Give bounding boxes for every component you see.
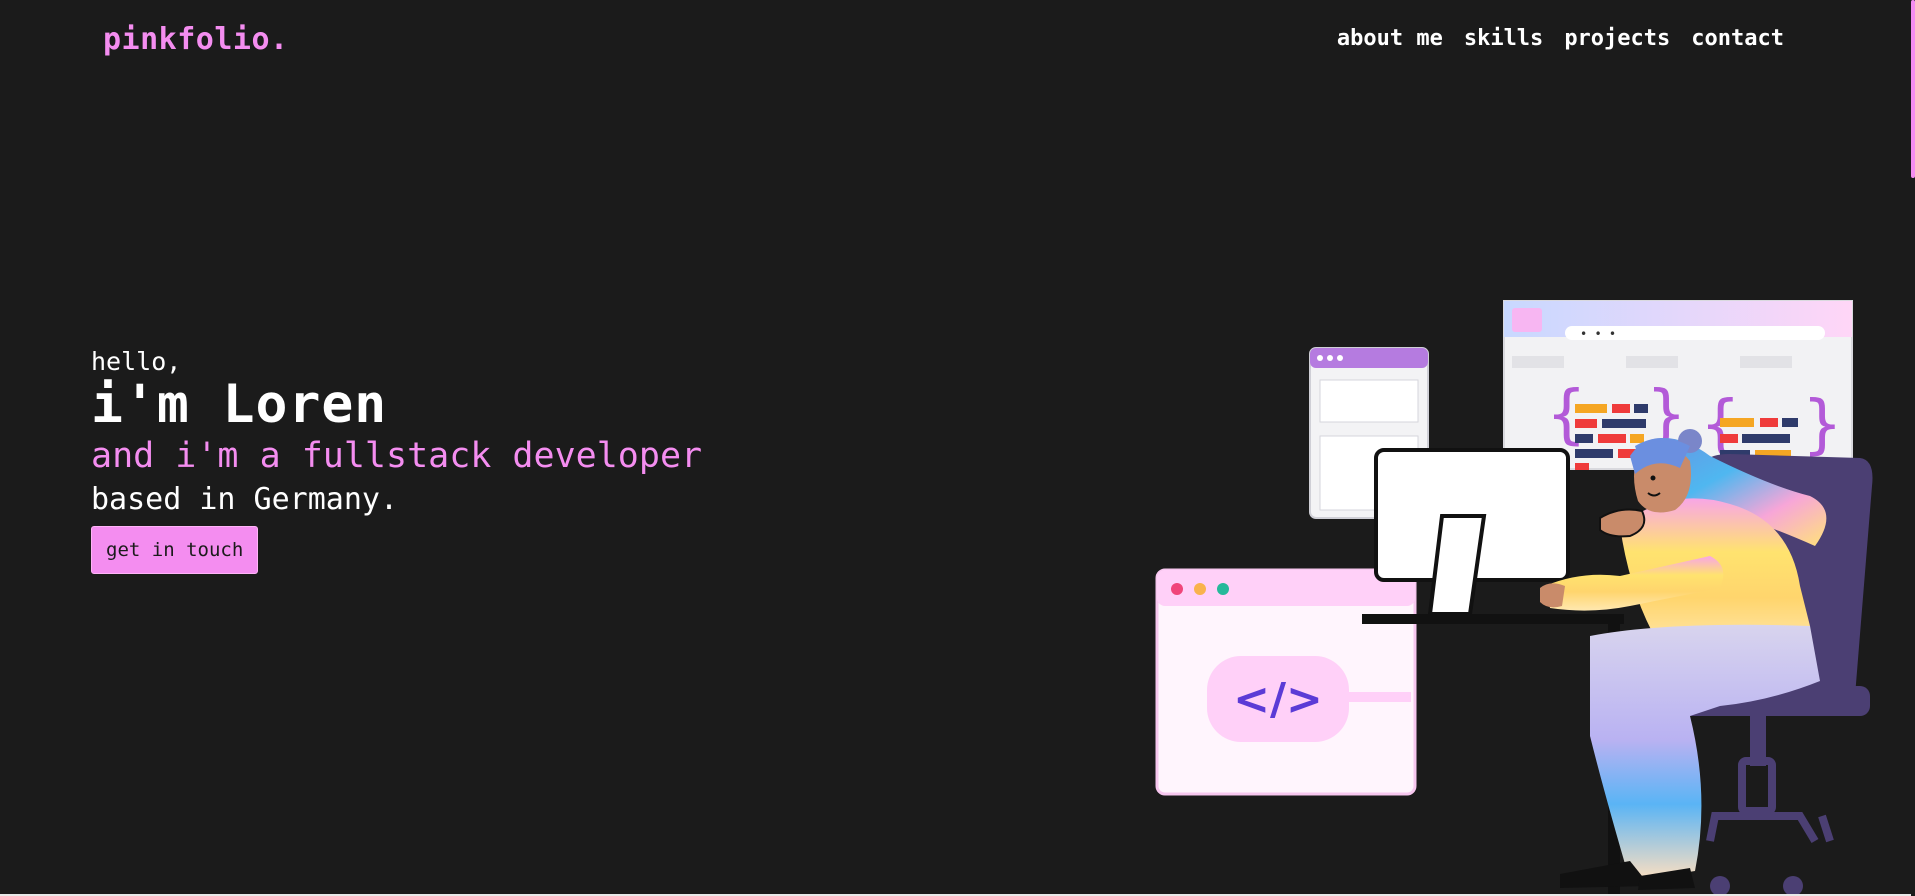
- hero-section: hello, i'm Loren and i'm a fullstack dev…: [91, 347, 703, 575]
- code-symbol: </>: [1233, 674, 1323, 725]
- nav-contact[interactable]: contact: [1691, 26, 1784, 51]
- nav-skills[interactable]: skills: [1464, 26, 1543, 51]
- scrollbar-track[interactable]: [1911, 0, 1915, 896]
- hero-location: based in Germany.: [91, 481, 399, 517]
- hero-greeting: hello,: [91, 347, 182, 376]
- code-window: </>: [1155, 568, 1417, 796]
- developer-illustration: • • • { } { } </>: [1155, 300, 1873, 896]
- scrollbar-thumb[interactable]: [1911, 0, 1915, 178]
- nav-projects[interactable]: projects: [1564, 26, 1670, 51]
- developer-person: [1540, 429, 1827, 890]
- hero-name: i'm Loren: [91, 374, 388, 435]
- svg-text:}: }: [1802, 388, 1843, 462]
- main-nav: about me skills projects contact: [1337, 26, 1784, 51]
- get-in-touch-button[interactable]: get in touch: [91, 526, 259, 575]
- nav-about-me[interactable]: about me: [1337, 26, 1443, 51]
- hero-role: and i'm a fullstack developer: [91, 436, 703, 477]
- site-logo[interactable]: pinkfolio.: [103, 22, 289, 57]
- address-bar-dots: • • •: [1580, 327, 1616, 341]
